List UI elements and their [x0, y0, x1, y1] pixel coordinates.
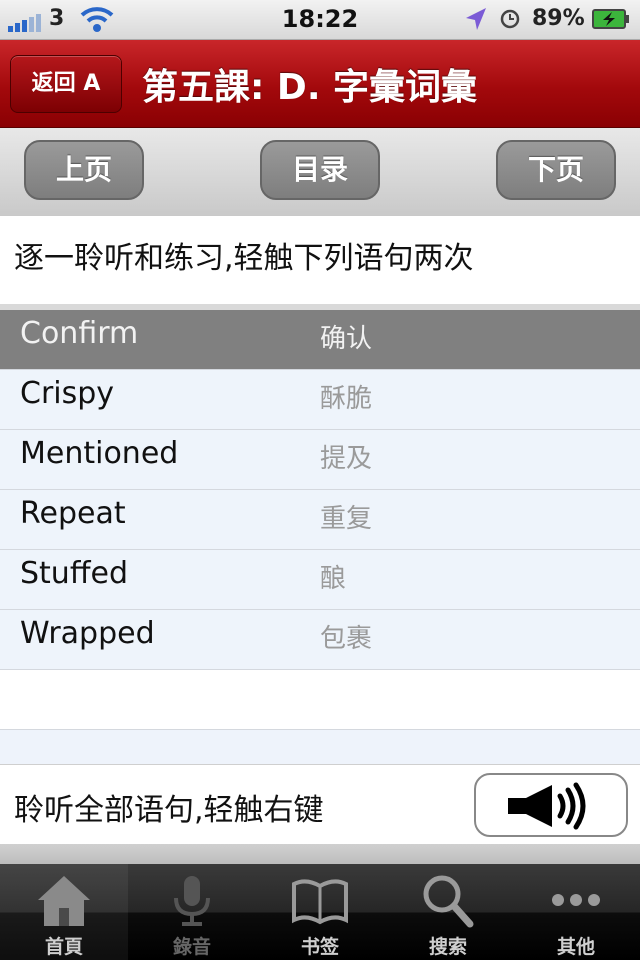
- tab-label: 錄音: [172, 936, 211, 958]
- tab-bookmarks[interactable]: 书签: [256, 864, 384, 960]
- vocabulary-row[interactable]: Mentioned 提及: [0, 430, 640, 490]
- table-of-contents-button[interactable]: 目录: [260, 140, 380, 200]
- tab-label: 搜索: [428, 936, 467, 958]
- chinese-translation: 包裹: [320, 624, 373, 654]
- chinese-translation: 确认: [320, 324, 373, 354]
- next-page-button[interactable]: 下页: [496, 140, 616, 200]
- vocabulary-row[interactable]: Crispy 酥脆: [0, 370, 640, 430]
- divider: [0, 844, 640, 864]
- alarm-clock-icon: [500, 9, 520, 29]
- tab-more[interactable]: 其他: [512, 864, 640, 960]
- vocabulary-row[interactable]: Confirm 确认: [0, 310, 640, 370]
- listen-all-text: 聆听全部语句,轻触右键: [14, 793, 324, 828]
- english-word: Mentioned: [20, 436, 179, 471]
- navigation-bar: 返回 A 第五課: D. 字彙词彙: [0, 40, 640, 128]
- vocabulary-row[interactable]: Stuffed 酿: [0, 550, 640, 610]
- tab-recording[interactable]: 錄音: [128, 864, 256, 960]
- tab-label: 首頁: [44, 936, 83, 958]
- tab-home[interactable]: 首頁: [0, 864, 128, 960]
- battery-percent: 89%: [532, 6, 585, 31]
- instruction-text: 逐一聆听和练习,轻触下列语句两次: [0, 216, 640, 304]
- english-word: Stuffed: [20, 556, 128, 591]
- location-arrow-icon: [466, 8, 486, 30]
- english-word: Crispy: [20, 376, 115, 411]
- tab-label: 其他: [556, 936, 595, 958]
- speaker-icon: [508, 782, 586, 830]
- battery-icon: [592, 9, 629, 29]
- vocabulary-row[interactable]: Wrapped 包裹: [0, 610, 640, 670]
- english-word: Repeat: [20, 496, 126, 531]
- tab-search[interactable]: 搜索: [384, 864, 512, 960]
- page-title: 第五課: D. 字彙词彙: [142, 67, 478, 108]
- home-icon: [38, 876, 90, 926]
- chinese-translation: 酿: [320, 564, 347, 594]
- vocabulary-list: Confirm 确认 Crispy 酥脆 Mentioned 提及 Repeat…: [0, 304, 640, 764]
- book-icon: [292, 879, 348, 925]
- microphone-icon: [174, 876, 210, 926]
- search-icon: [423, 875, 474, 928]
- more-icon: [552, 894, 600, 906]
- english-word: Confirm: [20, 316, 139, 351]
- previous-page-button[interactable]: 上页: [24, 140, 144, 200]
- vocabulary-row[interactable]: Repeat 重复: [0, 490, 640, 550]
- empty-row: [0, 670, 640, 730]
- english-word: Wrapped: [20, 616, 155, 651]
- status-bar: 3 18:22 89%: [0, 0, 640, 40]
- play-all-button[interactable]: [474, 773, 628, 837]
- tab-label: 书签: [300, 936, 339, 958]
- tab-bar: 首頁 錄音 书签 搜索 其他: [0, 864, 640, 960]
- chinese-translation: 酥脆: [320, 384, 373, 414]
- listen-all-bar: 聆听全部语句,轻触右键: [0, 764, 640, 844]
- back-button[interactable]: 返回 A: [10, 55, 122, 113]
- chinese-translation: 提及: [320, 444, 373, 474]
- page-toolbar: 上页 目录 下页: [0, 128, 640, 216]
- chinese-translation: 重复: [320, 504, 373, 534]
